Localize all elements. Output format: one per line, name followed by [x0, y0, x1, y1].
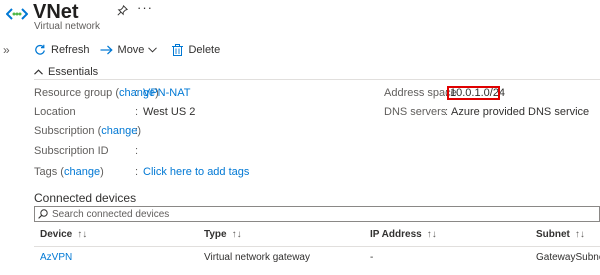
refresh-label: Refresh: [51, 44, 90, 56]
resource-group-key: Resource group: [34, 87, 113, 99]
delete-label: Delete: [188, 44, 221, 56]
change-subscription-link[interactable]: change: [101, 125, 137, 137]
chevron-down-icon: [148, 47, 158, 53]
dns-servers-key: DNS servers: [384, 106, 447, 118]
essentials-toggle[interactable]: Essentials: [34, 66, 98, 78]
add-tags-link[interactable]: Click here to add tags: [143, 166, 249, 179]
refresh-button[interactable]: Refresh: [34, 44, 90, 56]
column-header-subnet[interactable]: Subnet ↑↓: [536, 229, 585, 240]
column-header-type[interactable]: Type ↑↓: [204, 229, 242, 240]
page-subtitle: Virtual network: [34, 21, 100, 32]
refresh-icon: [35, 44, 45, 55]
column-header-ip-address[interactable]: IP Address ↑↓: [370, 229, 437, 240]
device-ip: -: [370, 252, 374, 263]
sort-icon: ↑↓: [426, 229, 437, 240]
search-icon: [38, 209, 48, 219]
device-subnet: GatewaySubnet: [536, 252, 600, 263]
trash-icon: [172, 44, 184, 56]
blade-header: VNet Virtual network ···: [0, 0, 600, 38]
sort-icon: ↑↓: [574, 229, 585, 240]
location-key: Location: [34, 106, 76, 118]
search-connected-devices[interactable]: [34, 206, 600, 222]
location-value: West US 2: [143, 106, 196, 118]
essentials-label: Essentials: [48, 66, 99, 78]
move-button[interactable]: Move: [100, 44, 163, 56]
subscription-key: Subscription: [34, 125, 95, 137]
tags-key: Tags: [34, 166, 58, 178]
chevron-up-icon: [34, 69, 43, 75]
move-label: Move: [117, 44, 145, 56]
page-title: VNet: [33, 1, 79, 23]
change-tags-link[interactable]: change: [64, 166, 100, 178]
pin-icon[interactable]: [117, 5, 128, 16]
connected-devices-title: Connected devices: [34, 191, 137, 205]
more-options-icon[interactable]: ···: [137, 0, 153, 15]
device-link[interactable]: AzVPN: [40, 252, 72, 263]
sort-icon: ↑↓: [77, 229, 88, 240]
vnet-icon: [6, 8, 28, 20]
subscription-id-key: Subscription ID: [34, 145, 109, 157]
essentials-divider: [34, 79, 600, 80]
command-bar: Refresh Move Delete: [34, 40, 230, 60]
delete-button[interactable]: Delete: [172, 44, 220, 56]
arrow-right-icon: [100, 45, 113, 55]
device-type: Virtual network gateway: [204, 252, 310, 263]
dns-servers-value: Azure provided DNS service: [451, 106, 590, 118]
sort-icon: ↑↓: [231, 229, 242, 240]
resource-group-value[interactable]: VPN-NAT: [143, 87, 190, 100]
table-header-divider: [34, 246, 600, 247]
search-input[interactable]: [52, 207, 592, 221]
expand-sidebar-icon[interactable]: »: [3, 43, 10, 57]
column-header-device[interactable]: Device ↑↓: [40, 229, 87, 240]
address-space-highlight: [447, 86, 500, 100]
